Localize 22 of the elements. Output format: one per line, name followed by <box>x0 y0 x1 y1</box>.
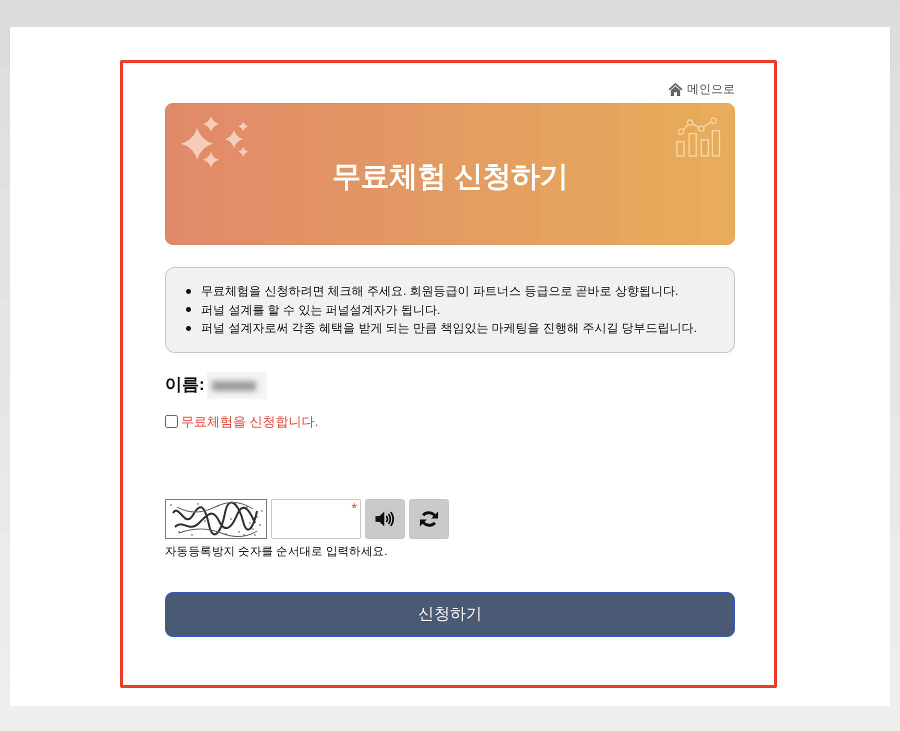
required-mark: * <box>352 500 357 514</box>
notice-text: 무료체험을 신청하려면 체크해 주세요. 회원등급이 파트너스 등급으로 곧바로 상향됩니다. <box>201 283 678 300</box>
blurred-name <box>206 372 267 398</box>
bullet-icon <box>186 307 191 312</box>
bar-chart-icon <box>676 117 721 157</box>
home-link[interactable]: 메인으로 <box>668 81 735 97</box>
bullet-icon <box>186 326 191 331</box>
apply-checkbox[interactable] <box>165 414 178 428</box>
captcha-input[interactable] <box>271 498 361 538</box>
notice-text: 퍼널 설계를 할 수 있는 퍼널설계자가 됩니다. <box>201 302 440 319</box>
audio-button[interactable] <box>365 498 405 538</box>
name-label: 이름: <box>165 375 205 395</box>
apply-checkbox-label[interactable]: 무료체험을 신청합니다. <box>181 412 318 430</box>
submit-button[interactable]: 신청하기 <box>165 592 735 636</box>
bullet-icon <box>186 288 191 294</box>
speaker-icon <box>375 510 395 526</box>
home-icon <box>668 82 683 96</box>
banner-title: 무료체험 신청하기 <box>332 160 568 195</box>
refresh-icon <box>419 510 439 526</box>
captcha-help-text: 자동등록방지 숫자를 순서대로 입력하세요. <box>165 544 388 560</box>
notice-text: 퍼널 설계자로써 각종 혜택을 받게 되는 만큼 책임있는 마케팅을 진행해 주시길 당부드립니다. <box>201 320 698 338</box>
refresh-button[interactable] <box>409 498 449 538</box>
